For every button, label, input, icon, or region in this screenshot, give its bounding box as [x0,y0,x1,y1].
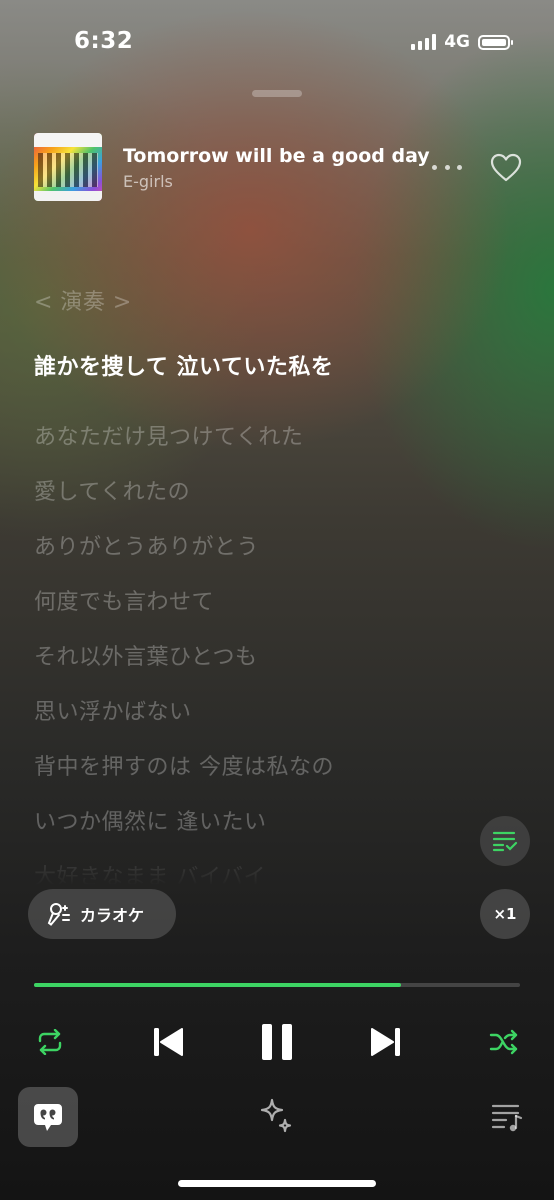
karaoke-button[interactable]: カラオケ [28,889,176,939]
more-options-icon[interactable] [432,157,462,177]
track-title: Tomorrow will be a good day [123,145,430,167]
microphone-sparkle-icon [47,903,70,926]
karaoke-label: カラオケ [80,906,145,925]
shuffle-button[interactable] [484,1022,524,1062]
lyric-line[interactable]: 愛してくれたの [34,474,190,506]
lyric-line[interactable]: 何度でも言わせて [34,584,214,616]
previous-button[interactable] [146,1020,190,1064]
heart-icon[interactable] [490,153,522,183]
signal-icon [411,34,437,50]
skip-previous-icon [154,1028,183,1056]
pause-icon [262,1024,292,1060]
lyric-line-active[interactable]: 誰かを捜して 泣いていた私を [34,349,333,381]
home-indicator[interactable] [178,1180,376,1187]
lyric-line[interactable]: あなただけ見つけてくれた [34,419,303,451]
progress-bar[interactable] [34,983,520,987]
status-indicators: 4G [411,32,513,52]
lyrics-mode-button[interactable] [480,816,530,866]
next-button[interactable] [364,1020,408,1064]
repeat-icon [38,1029,62,1055]
tab-discover[interactable] [256,1096,296,1136]
lyric-line[interactable]: ありがとうありがとう [34,529,259,561]
repeat-button[interactable] [30,1022,70,1062]
lyrics-list-icon [492,831,518,852]
battery-icon [478,34,513,50]
lyric-line[interactable]: 背中を押すのは 今度は私なの [34,749,334,781]
lyric-line[interactable]: 思い浮かばない [34,694,192,726]
progress-fill [34,983,401,987]
queue-music-icon [491,1104,523,1132]
lyrics-view[interactable]: < 演奏 > 誰かを捜して 泣いていた私を あなただけ見つけてくれた 愛してくれ… [34,276,514,886]
sparkle-icon [260,1098,292,1133]
status-bar: 6:32 4G [0,0,554,84]
tab-lyrics[interactable] [18,1087,78,1147]
shuffle-icon [489,1029,518,1055]
tab-queue[interactable] [490,1100,524,1134]
status-time: 6:32 [74,28,134,54]
lyric-line[interactable]: いつか偶然に 逢いたい [34,804,267,836]
pause-button[interactable] [252,1016,302,1068]
track-header: Tomorrow will be a good day E-girls [34,133,524,201]
album-art[interactable] [34,133,102,201]
lyric-line[interactable]: 大好きなまま バイバイ [34,859,266,886]
playback-speed-button[interactable]: ×1 [480,889,530,939]
skip-next-icon [371,1028,400,1056]
network-type: 4G [444,32,470,52]
lyric-line[interactable]: < 演奏 > [34,284,132,316]
quote-bubble-icon [34,1104,62,1131]
lyric-line[interactable]: それ以外言葉ひとつも [34,639,257,671]
sheet-grabber[interactable] [252,90,302,97]
track-artist[interactable]: E-girls [123,172,173,191]
